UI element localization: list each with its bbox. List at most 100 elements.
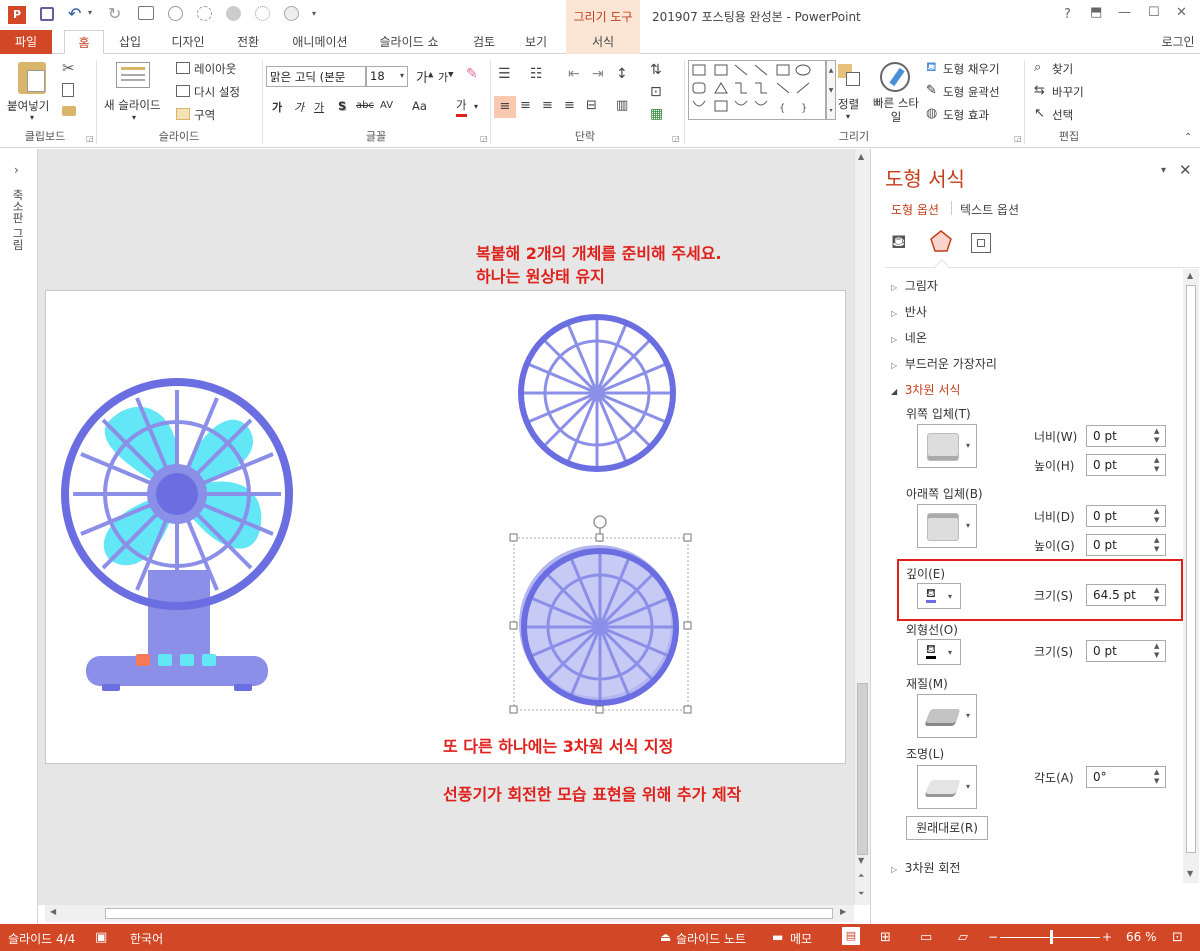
paste-dropdown-icon[interactable]: ▾ (30, 113, 34, 122)
fit-slide-icon[interactable]: ⊡ (1172, 930, 1183, 945)
thumbnail-pane-collapsed[interactable]: › 축소판 그림 (0, 149, 38, 924)
new-slide-button[interactable]: 새 슬라이드 (104, 97, 161, 113)
copy-icon[interactable] (62, 83, 74, 97)
shrink-font-icon[interactable]: 가▼ (438, 69, 454, 85)
proofing-icon[interactable]: ▣ (95, 930, 107, 945)
next-slide-icon[interactable]: ⏷ (858, 889, 864, 899)
prev-slide-icon[interactable]: ⏶ (858, 871, 864, 881)
zoom-out-icon[interactable]: − (988, 930, 998, 944)
slide-counter[interactable]: 슬라이드 4/4 (8, 930, 75, 947)
section-soft-edges[interactable]: ▷ 부드러운 가장자리 (891, 355, 997, 372)
contour-color-picker[interactable]: ⛾ ▾ (917, 639, 961, 665)
close-button[interactable]: ✕ (1176, 5, 1187, 20)
section-icon[interactable] (176, 108, 190, 120)
tab-transitions[interactable]: 전환 (228, 30, 268, 54)
tab-text-options[interactable]: 텍스트 옵션 (960, 201, 1019, 218)
italic-button[interactable]: 가 (294, 99, 304, 115)
paragraph-launcher-icon[interactable]: ◲ (672, 134, 680, 143)
reset-button[interactable]: 원래대로(R) (906, 816, 988, 840)
login-link[interactable]: 로그인 (1156, 30, 1200, 54)
format-painter-icon[interactable] (62, 106, 76, 116)
tab-shape-options[interactable]: 도형 옵션 (891, 201, 939, 218)
arrange-icon[interactable] (838, 64, 862, 88)
font-size-select[interactable]: 18 ▾ (366, 66, 408, 87)
strikethrough-button[interactable]: abc (356, 100, 374, 111)
numbering-icon[interactable]: ☷ (530, 66, 543, 82)
shape-circle-icon-1[interactable] (168, 6, 183, 21)
font-color-dropdown-icon[interactable]: ▾ (474, 102, 478, 111)
scroll-right-icon[interactable]: ▶ (840, 907, 846, 916)
effects-icon[interactable] (929, 229, 953, 253)
section-reflection[interactable]: ▷ 반사 (891, 303, 927, 320)
pane-scroll-up-icon[interactable]: ▲ (1187, 271, 1193, 280)
font-color-button[interactable]: 가 (456, 97, 467, 117)
section-glow[interactable]: ▷ 네온 (891, 329, 927, 346)
tab-insert[interactable]: 삽입 (112, 30, 148, 54)
new-slide-icon[interactable] (116, 62, 150, 88)
comments-icon[interactable]: ▬ (772, 930, 783, 944)
new-slide-dropdown-icon[interactable]: ▾ (132, 113, 136, 122)
find-button[interactable]: 찾기 (1052, 61, 1073, 77)
comments-button[interactable]: 메모 (790, 930, 812, 947)
section-shadow[interactable]: ▷ 그림자 (891, 277, 938, 294)
tab-animations[interactable]: 애니메이션 (284, 30, 356, 54)
tab-slideshow[interactable]: 슬라이드 쇼 (372, 30, 446, 54)
select-button[interactable]: 선택 (1052, 107, 1073, 123)
shape-circle-icon-2[interactable] (197, 6, 212, 21)
maximize-button[interactable]: ☐ (1148, 5, 1160, 20)
quick-styles-icon[interactable] (880, 62, 910, 92)
tab-design[interactable]: 디자인 (164, 30, 212, 54)
undo-dropdown-icon[interactable]: ▾ (88, 8, 92, 17)
underline-button[interactable]: 가 (314, 99, 324, 115)
replace-button[interactable]: 바꾸기 (1052, 84, 1084, 100)
fan-grill-copy-original[interactable] (516, 312, 678, 474)
shape-outline-button[interactable]: 도형 윤곽선 (943, 84, 1000, 100)
bottom-width-input[interactable]: 0 pt ▲ ▼ (1086, 505, 1166, 527)
scroll-up-icon[interactable]: ▲ (858, 152, 864, 161)
zoom-in-icon[interactable]: + (1102, 930, 1112, 944)
arrange-dropdown-icon[interactable]: ▾ (846, 112, 850, 121)
smartart-icon[interactable]: ▦ (650, 106, 663, 122)
tab-view[interactable]: 보기 (518, 30, 554, 54)
notes-icon[interactable]: ⏏ (660, 930, 671, 944)
pane-scroll-down-icon[interactable]: ▼ (1187, 869, 1193, 878)
replace-icon[interactable]: ⇆ (1034, 83, 1045, 98)
align-left-icon[interactable]: ≡ (494, 96, 516, 118)
align-right-icon[interactable]: ≡ (542, 98, 553, 113)
section-button[interactable]: 구역 (194, 107, 215, 123)
redo-icon[interactable]: ↻ (108, 4, 121, 23)
shape-effects-icon[interactable]: ◍ (926, 106, 937, 121)
zoom-level[interactable]: 66 % (1126, 930, 1157, 944)
scroll-thumb[interactable] (857, 683, 868, 855)
char-spacing-button[interactable]: AV (380, 100, 393, 111)
tab-file[interactable]: 파일 (0, 30, 52, 54)
slideshow-icon[interactable] (138, 6, 154, 20)
tab-home[interactable]: 홈 (64, 30, 104, 55)
shape-outline-icon[interactable]: ✎ (926, 83, 937, 98)
pane-scroll-thumb[interactable] (1186, 285, 1196, 853)
expand-pane-icon[interactable]: › (14, 163, 19, 177)
customize-qat-icon[interactable]: ▾ (312, 9, 316, 18)
paste-button[interactable]: 붙여넣기 (7, 98, 49, 114)
pane-close-icon[interactable]: ✕ (1179, 161, 1192, 179)
pane-options-icon[interactable]: ▾ (1161, 165, 1166, 176)
clear-format-icon[interactable]: ✎ (466, 66, 478, 82)
tab-review[interactable]: 검토 (464, 30, 504, 54)
bottom-bevel-picker[interactable]: ▾ (917, 504, 977, 548)
top-height-input[interactable]: 0 pt ▲ ▼ (1086, 454, 1166, 476)
bullets-icon[interactable]: ☰ (498, 66, 511, 82)
contour-size-input[interactable]: 0 pt ▲ ▼ (1086, 640, 1166, 662)
depth-color-picker[interactable]: ⛾ ▾ (917, 583, 961, 609)
justify-icon[interactable]: ≡ (564, 98, 575, 113)
shapes-gallery-scroll[interactable]: ▲ ▼ ▾ (826, 60, 836, 120)
columns-icon[interactable]: ▥ (616, 98, 628, 113)
reading-view-icon[interactable]: ▭ (920, 930, 932, 945)
pane-scrollbar[interactable]: ▲ ▼ (1183, 269, 1199, 883)
grow-font-icon[interactable]: 가▲ (416, 67, 433, 86)
zoom-slider-thumb[interactable] (1050, 930, 1054, 944)
shape-effects-button[interactable]: 도형 효과 (943, 107, 989, 123)
scroll-down-icon[interactable]: ▼ (858, 856, 864, 865)
powerpoint-logo-icon[interactable]: P (8, 6, 26, 24)
shape-fill-button[interactable]: 도형 채우기 (943, 61, 1000, 77)
desk-fan-illustration[interactable] (50, 370, 310, 700)
